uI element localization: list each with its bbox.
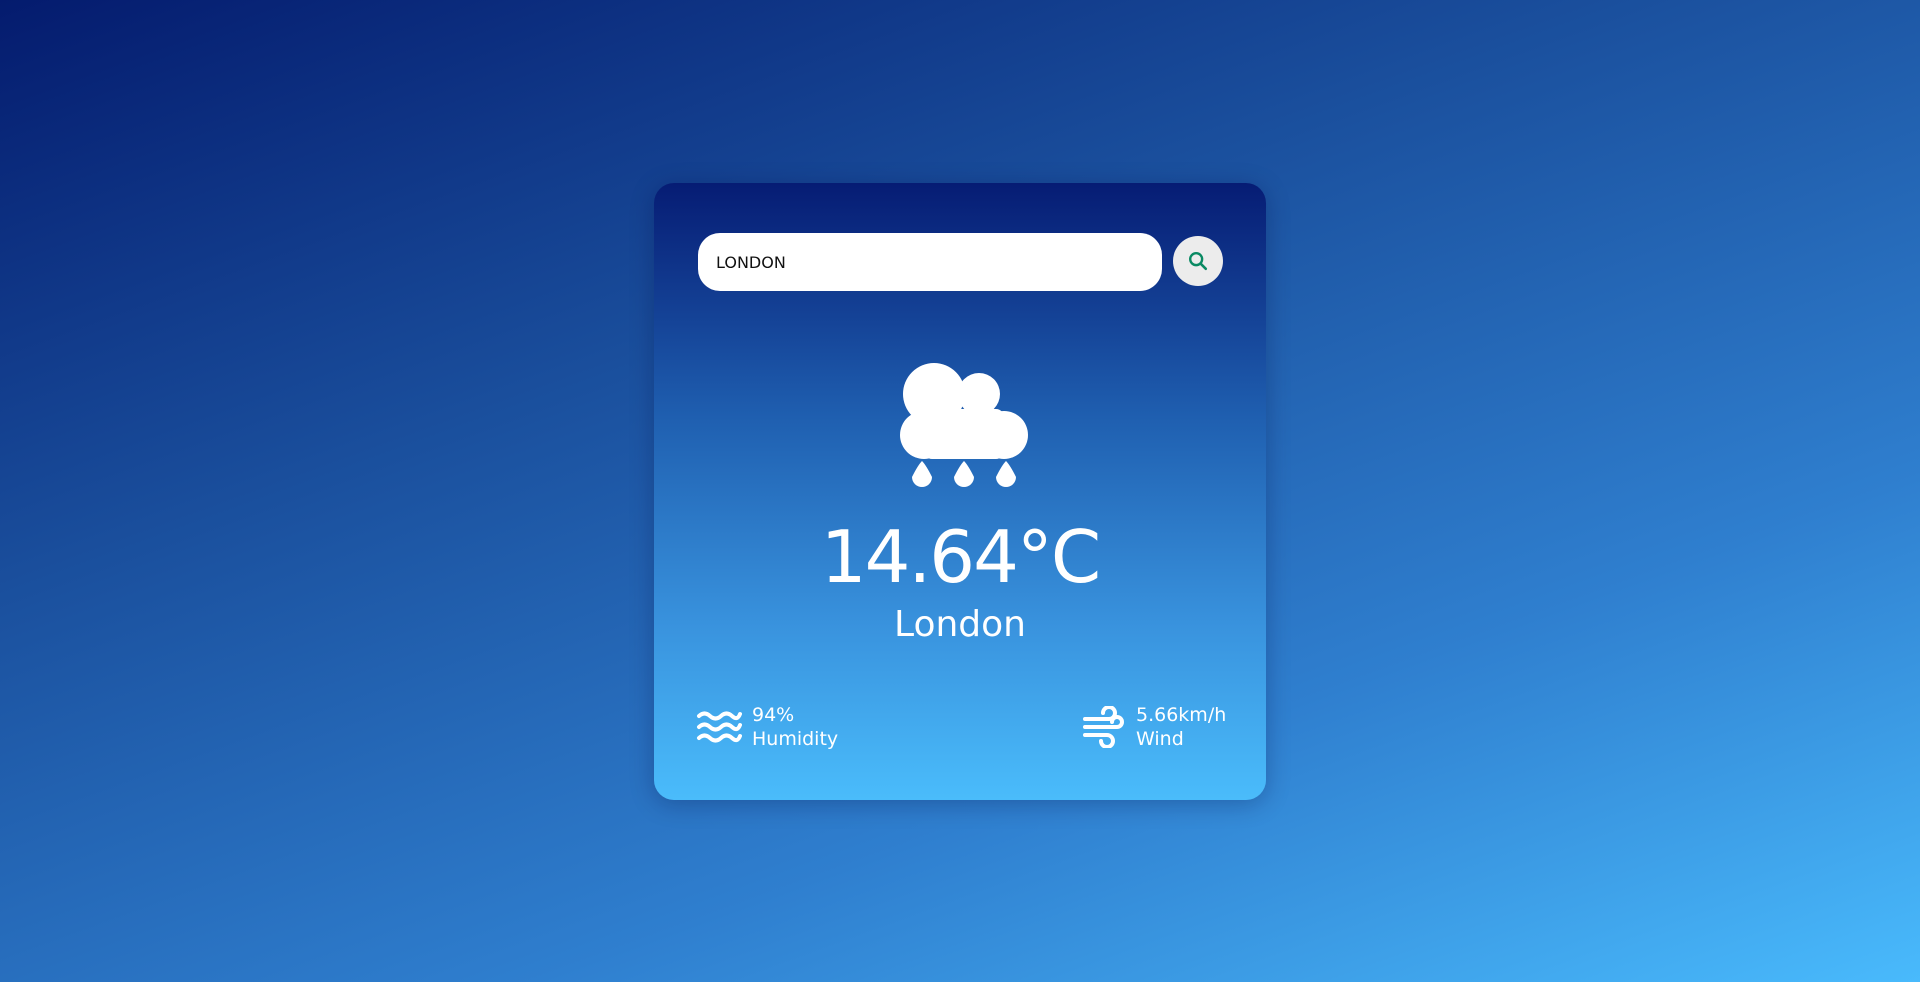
search-input[interactable]	[698, 233, 1162, 291]
temperature: 14.64°C	[820, 515, 1101, 599]
humidity-value: 94%	[752, 704, 795, 726]
humidity-label: Humidity	[752, 728, 839, 750]
wind-icon	[1080, 706, 1126, 748]
humidity-detail: 94% Humidity	[696, 703, 838, 751]
humidity-waves-icon	[696, 706, 742, 748]
weather-card: 14.64°C London 94% Humidity	[654, 183, 1266, 800]
search-button[interactable]	[1173, 236, 1223, 286]
rain-cloud-icon	[900, 363, 1028, 487]
wind-value: 5.66km/h	[1136, 704, 1227, 726]
wind-label: Wind	[1136, 728, 1184, 750]
wind-detail: 5.66km/h Wind	[1080, 703, 1226, 751]
city-name: London	[894, 604, 1026, 645]
search-icon	[1189, 252, 1208, 271]
